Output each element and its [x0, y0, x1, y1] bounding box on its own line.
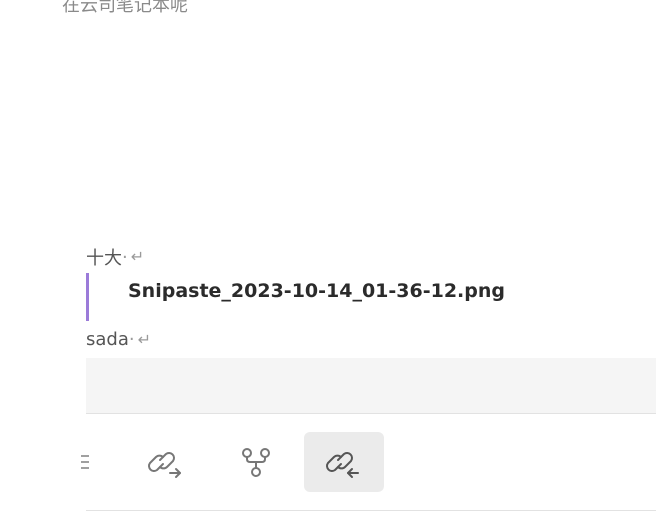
note-text-line: 在云司笔记本呢 — [62, 0, 188, 17]
paragraph[interactable]: 十大 · ↵ — [86, 244, 144, 270]
attachment-accent-bar — [86, 273, 89, 321]
space-marker: · — [122, 246, 128, 268]
panel-header-strip — [86, 358, 656, 413]
outgoing-links-button[interactable] — [126, 432, 206, 492]
return-marker: ↵ — [130, 249, 145, 266]
backlinks-button[interactable] — [304, 432, 384, 492]
paragraph-text: sada — [86, 329, 129, 350]
paragraph[interactable]: sada · ↵ — [86, 329, 151, 350]
attachment-filename[interactable]: Snipaste_2023-10-14_01-36-12.png — [128, 280, 505, 302]
divider — [86, 510, 656, 511]
attachment-block[interactable]: Snipaste_2023-10-14_01-36-12.png — [86, 273, 586, 321]
paragraph-text: 十大 — [86, 248, 122, 269]
menu-button[interactable] — [74, 432, 98, 492]
space-marker: · — [128, 329, 135, 350]
backlink-icon — [326, 452, 359, 478]
sidebar-toolbar — [81, 414, 656, 510]
outgoing-link-icon — [148, 452, 181, 478]
graph-icon — [242, 448, 270, 477]
return-marker: ↵ — [137, 331, 152, 349]
menu-icon — [81, 455, 89, 469]
note-text: 在云司笔记本呢 — [62, 0, 188, 16]
graph-view-button[interactable] — [216, 432, 296, 492]
